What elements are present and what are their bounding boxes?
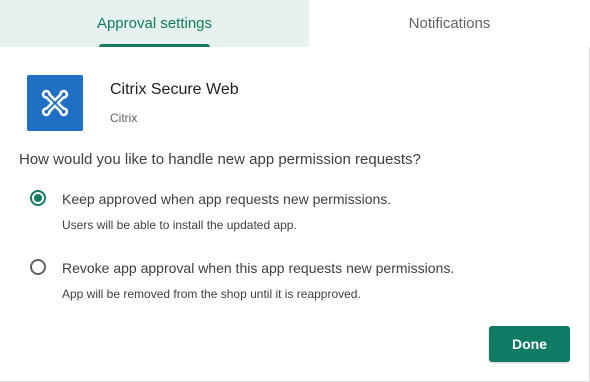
- citrix-logo-icon: [27, 75, 83, 131]
- tab-notifications-label: Notifications: [408, 15, 491, 32]
- done-button[interactable]: Done: [489, 326, 570, 362]
- approval-settings-dialog: Approval settings Notifications Citrix S…: [0, 0, 590, 382]
- permission-question: How would you like to handle new app per…: [19, 151, 421, 168]
- tab-approval-settings[interactable]: Approval settings: [0, 0, 309, 47]
- option-keep-approved-label[interactable]: Keep approved when app requests new perm…: [62, 189, 391, 209]
- app-vendor: Citrix: [110, 111, 138, 125]
- option-revoke-approval-label[interactable]: Revoke app approval when this app reques…: [62, 258, 454, 278]
- option-keep-approved-description: Users will be able to install the update…: [62, 218, 297, 232]
- app-header: Citrix Secure Web Citrix: [27, 75, 239, 131]
- option-revoke-approval-text: Revoke app approval when this app reques…: [62, 258, 454, 302]
- radio-selected-dot: [34, 194, 42, 202]
- tab-notifications[interactable]: Notifications: [309, 0, 590, 47]
- app-name: Citrix Secure Web: [110, 81, 239, 98]
- option-keep-approved[interactable]: Keep approved when app requests new perm…: [30, 189, 391, 233]
- option-revoke-approval[interactable]: Revoke app approval when this app reques…: [30, 258, 454, 302]
- radio-revoke-approval[interactable]: [30, 259, 46, 275]
- citrix-logo-graphic: [41, 89, 69, 117]
- app-info: Citrix Secure Web Citrix: [110, 75, 239, 126]
- active-tab-indicator: [99, 44, 210, 47]
- option-keep-approved-text: Keep approved when app requests new perm…: [62, 189, 391, 233]
- radio-keep-approved[interactable]: [30, 190, 46, 206]
- option-revoke-approval-description: App will be removed from the shop until …: [62, 287, 361, 301]
- tab-approval-settings-label: Approval settings: [96, 15, 213, 32]
- tab-bar: Approval settings Notifications: [0, 0, 590, 47]
